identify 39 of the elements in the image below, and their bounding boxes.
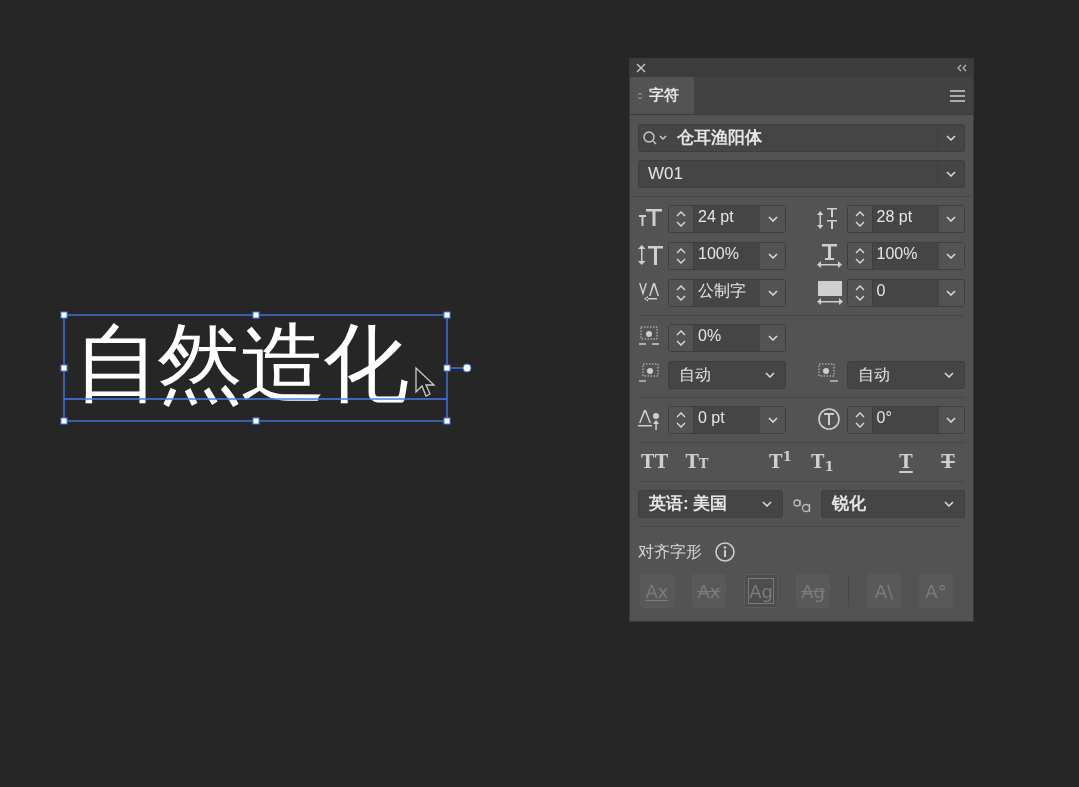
rotation-icon — [816, 407, 843, 433]
font-style-dropdown[interactable]: W01 — [638, 160, 965, 188]
font-family-dropdown[interactable]: 仓耳渔阳体 — [638, 124, 965, 152]
collapse-icon[interactable] — [957, 64, 967, 72]
connection-port[interactable] — [462, 363, 472, 373]
selection-handle[interactable] — [443, 311, 451, 319]
tracking-icon — [816, 280, 843, 306]
selection-handle[interactable] — [252, 417, 260, 425]
info-icon[interactable] — [714, 541, 736, 563]
anti-aliasing-dropdown[interactable]: 锐化 — [821, 490, 965, 518]
text-style-button[interactable]: T$^{1}$ — [765, 451, 796, 473]
value-dropdown[interactable]: 自动 — [846, 361, 965, 389]
language-dropdown[interactable]: 英语: 美国 — [638, 490, 783, 518]
selection-handle[interactable] — [60, 364, 68, 372]
pointer-icon — [414, 366, 436, 398]
horizontal-scale-icon — [816, 243, 843, 269]
selection-handle[interactable] — [60, 311, 68, 319]
text-style-button[interactable]: TT — [682, 451, 712, 473]
chevron-icon — [944, 501, 954, 507]
section-heading: 对齐字形 — [638, 542, 702, 562]
text-style-button[interactable]: T — [933, 451, 963, 473]
chevron-icon — [765, 372, 775, 378]
panel-tab[interactable]: 字符 — [630, 77, 694, 114]
close-icon[interactable] — [636, 63, 646, 73]
artboard-text: 自然造化 — [74, 320, 406, 406]
text-style-button[interactable]: TT — [640, 451, 670, 473]
selection-handle[interactable] — [252, 311, 260, 319]
chevron-icon — [762, 501, 772, 507]
chevron-icon — [946, 171, 956, 177]
reorder-icon — [637, 90, 643, 101]
selection-handle[interactable] — [60, 417, 68, 425]
text-style-button[interactable]: T — [891, 451, 921, 473]
selection-handle[interactable] — [443, 417, 451, 425]
selection-handle[interactable] — [443, 364, 451, 372]
value-dropdown[interactable]: 自动 — [668, 361, 786, 389]
menu-icon[interactable] — [950, 89, 965, 102]
chevron-icon — [946, 135, 956, 141]
chevron-icon — [943, 372, 954, 378]
text-style-button[interactable]: T$_{1}$ — [807, 451, 838, 473]
